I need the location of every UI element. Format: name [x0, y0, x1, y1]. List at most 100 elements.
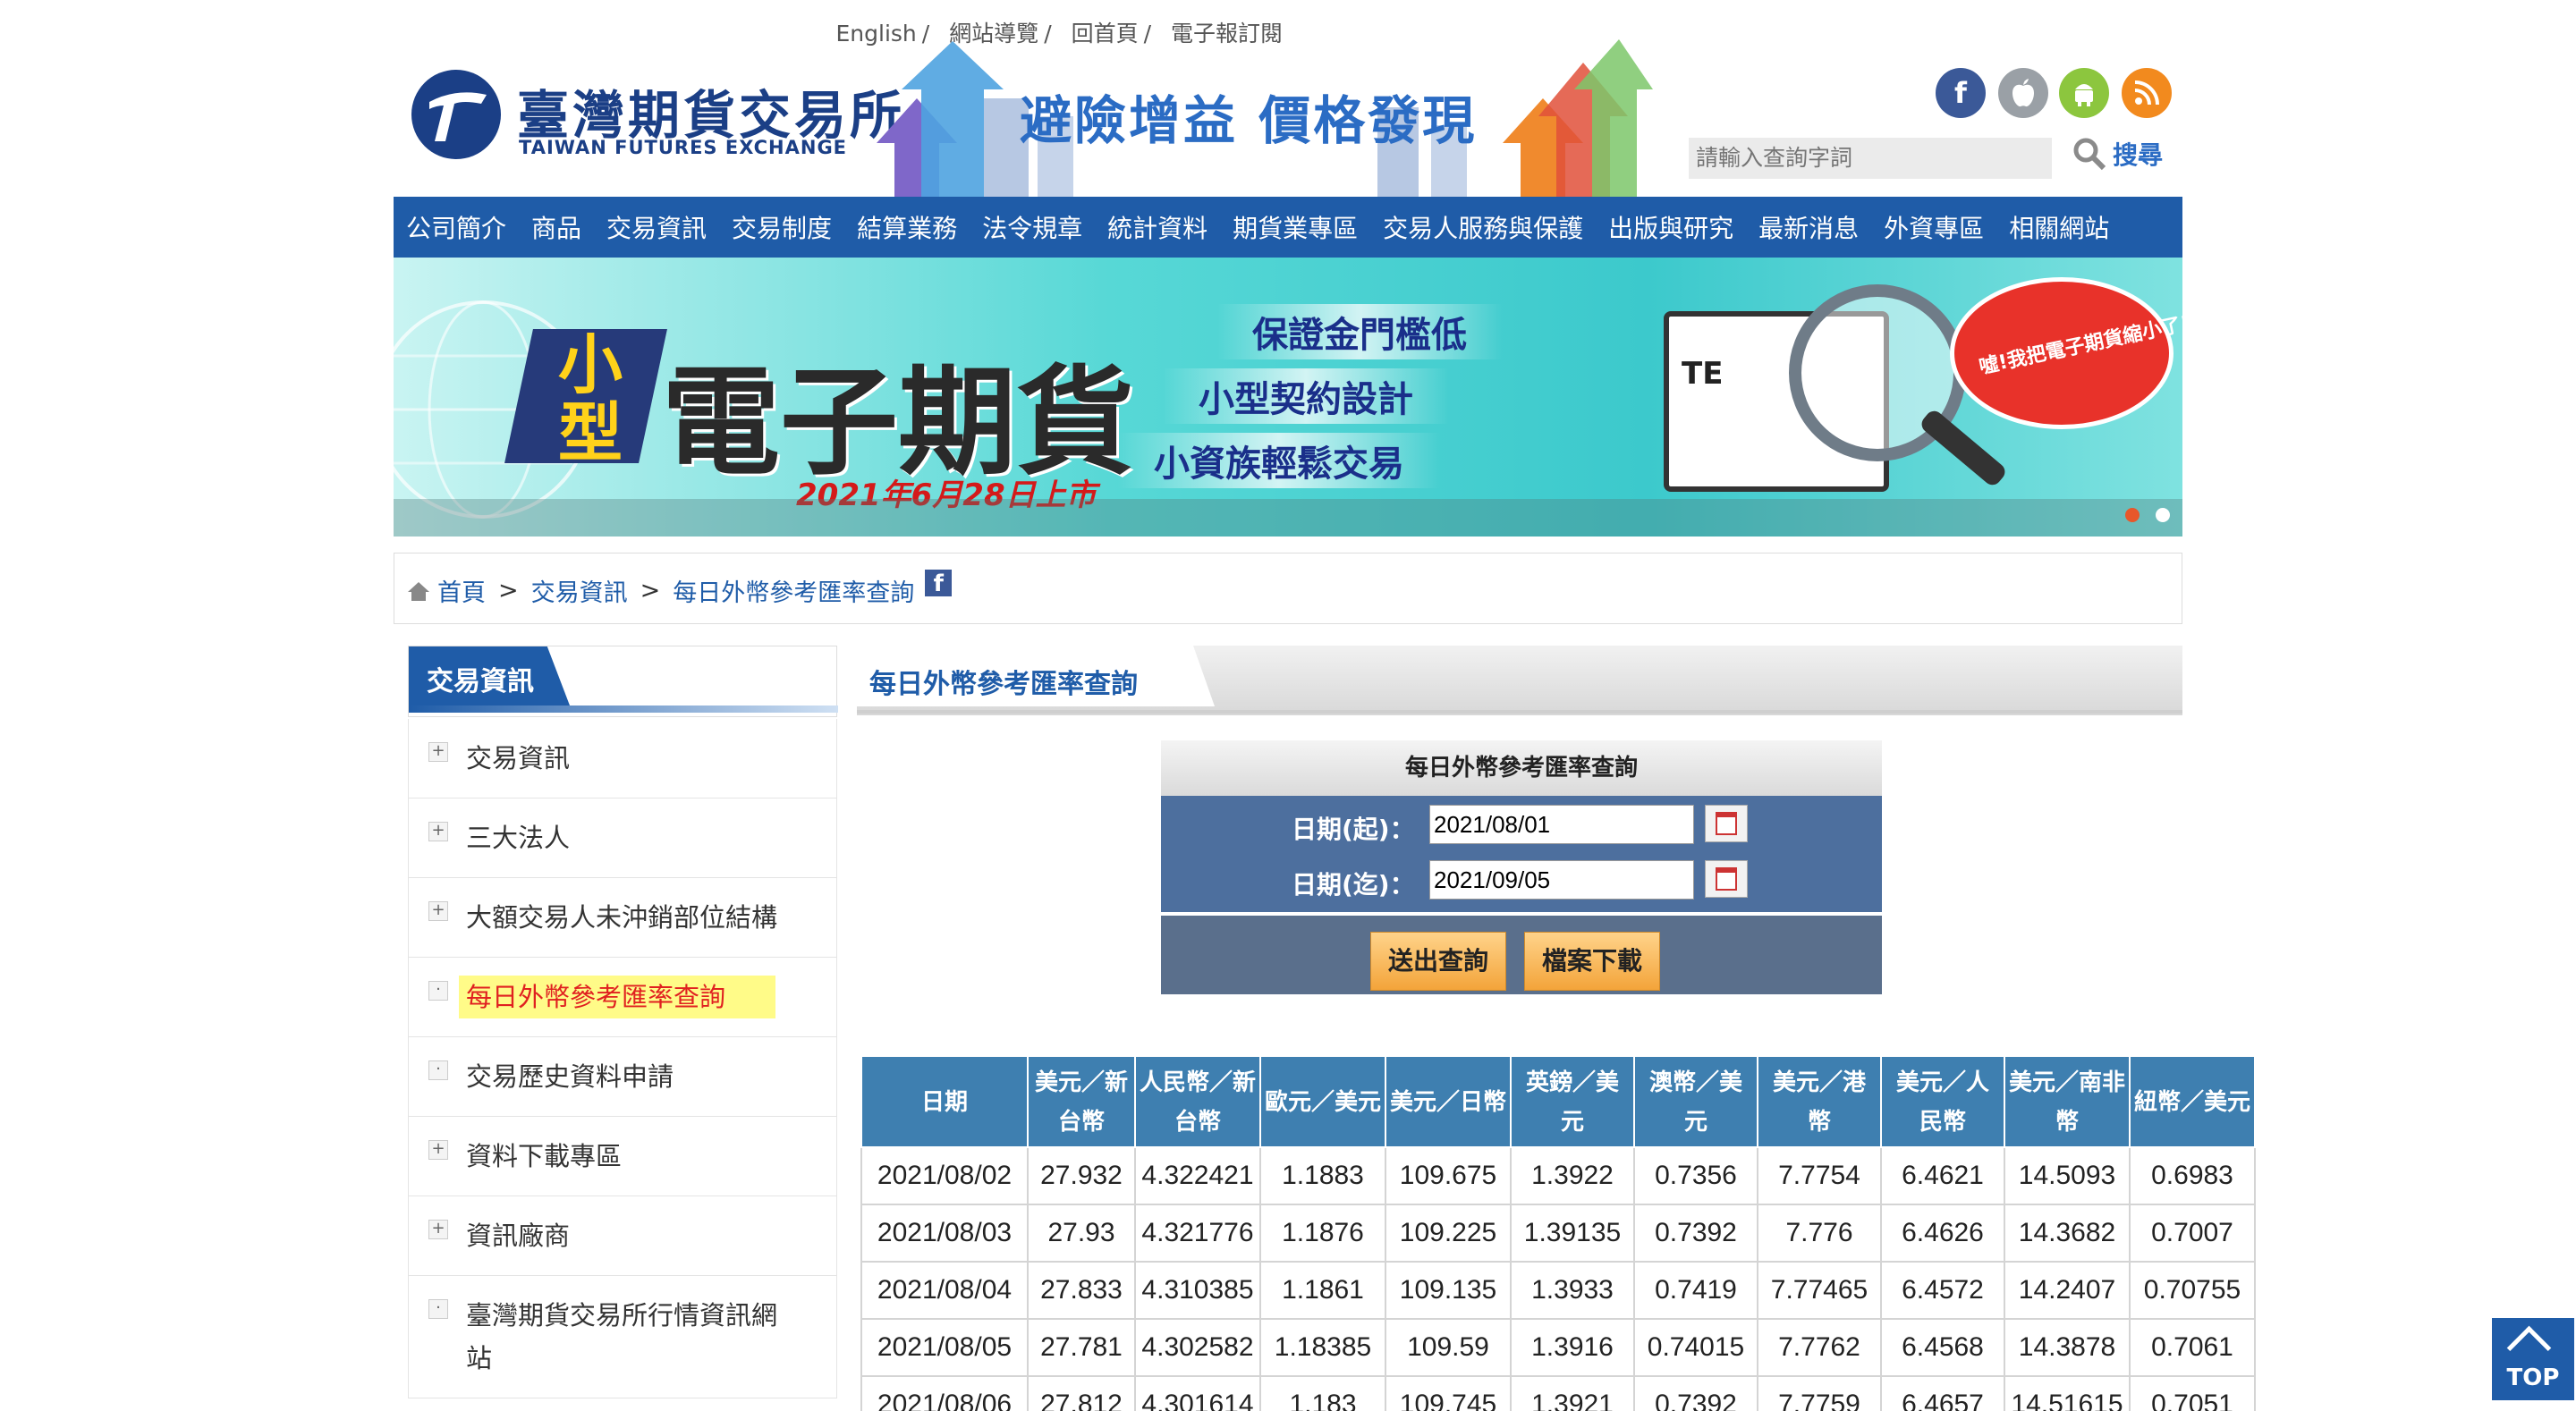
bullet-icon: · [428, 981, 448, 1001]
sidebar-item-quote-site[interactable]: · 臺灣期貨交易所行情資訊網站 [408, 1276, 837, 1398]
sidebar-item-institutional-investors[interactable]: + 三大法人 [408, 798, 837, 878]
bullet-icon: · [428, 1060, 448, 1080]
table-cell: 0.6983 [2129, 1146, 2256, 1205]
sidebar-title: 交易資訊 [427, 666, 534, 697]
table-cell: 27.812 [1027, 1375, 1136, 1411]
table-cell: 27.833 [1027, 1261, 1136, 1320]
rss-icon[interactable] [2122, 68, 2172, 118]
table-cell: 1.1883 [1259, 1146, 1386, 1205]
expand-icon: + [428, 742, 448, 762]
sidebar-item-history-request[interactable]: · 交易歷史資料申請 [408, 1037, 837, 1117]
breadcrumb-current[interactable]: 每日外幣參考匯率查詢 [673, 573, 914, 608]
nav-item-futures-industry[interactable]: 期貨業專區 [1220, 209, 1370, 245]
android-icon[interactable] [2059, 68, 2109, 118]
table-cell: 0.7356 [1633, 1146, 1758, 1205]
search-input[interactable] [1689, 138, 2052, 179]
content-header-line [857, 710, 2182, 714]
table-cell: 7.7754 [1757, 1146, 1882, 1205]
nav-item-trading-info[interactable]: 交易資訊 [594, 209, 719, 245]
logo-name-en: TAIWAN FUTURES EXCHANGE [519, 137, 848, 158]
nav-item-foreign-investors[interactable]: 外資專區 [1871, 209, 1996, 245]
table-row: 2021/08/03 27.93 4.321776 1.1876 109.225 1.39… [860, 1204, 2256, 1263]
start-date-input[interactable] [1429, 805, 1694, 844]
sidebar-item-trading-info[interactable]: + 交易資訊 [408, 719, 837, 798]
arrow-up-icon [2506, 1325, 2552, 1371]
nav-item-trading-rules[interactable]: 交易制度 [719, 209, 844, 245]
table-cell: 4.321776 [1134, 1204, 1261, 1263]
table-cell: 27.781 [1027, 1318, 1136, 1377]
form-body: 日期(起)： 日期(迄)： [1161, 796, 1882, 912]
end-date-label: 日期(迄)： [1292, 870, 1415, 900]
promo-banner[interactable]: 小型 電子期貨 2021年6月28日上市 保證金門檻低 小型契約設計 小資族輕鬆… [394, 258, 2182, 537]
breadcrumb: 首頁 > 交易資訊 > 每日外幣參考匯率查詢 f [394, 553, 2182, 624]
sidebar-header-underline [409, 706, 838, 713]
apple-icon[interactable] [1998, 68, 2048, 118]
back-to-top-button[interactable]: TOP [2492, 1318, 2574, 1400]
banner-point-1: 保證金門檻低 [1216, 304, 1503, 359]
table-cell: 4.322421 [1134, 1146, 1261, 1205]
submit-query-button[interactable]: 送出查詢 [1370, 932, 1506, 991]
table-row: 2021/08/06 27.812 4.301614 1.183 109.745 1.39… [860, 1375, 2256, 1411]
calendar-icon[interactable] [1705, 805, 1748, 842]
table-row: 2021/08/04 27.833 4.310385 1.1861 109.135 1.3… [860, 1261, 2256, 1320]
table-cell: 2021/08/05 [860, 1318, 1029, 1377]
home-icon [408, 581, 429, 601]
col-header-usd-cny: 美元／人民幣 [1880, 1055, 2005, 1148]
banner-point-3: 小資族輕鬆交易 [1118, 433, 1440, 488]
col-header-gbp-usd: 英鎊／美元 [1510, 1055, 1635, 1148]
nav-item-products[interactable]: 商品 [519, 209, 594, 245]
table-cell: 109.225 [1385, 1204, 1512, 1263]
main-nav: 公司簡介 商品 交易資訊 交易制度 結算業務 法令規章 統計資料 期貨業專區 交… [394, 197, 2182, 258]
breadcrumb-home[interactable]: 首頁 [437, 573, 486, 608]
calendar-icon[interactable] [1705, 860, 1748, 898]
sidebar-item-vendors[interactable]: + 資訊廠商 [408, 1196, 837, 1276]
carousel-dot-1[interactable] [2125, 508, 2140, 522]
nav-item-news[interactable]: 最新消息 [1746, 209, 1871, 245]
nav-item-investor-protection[interactable]: 交易人服務與保護 [1370, 209, 1596, 245]
carousel-dot-2[interactable] [2156, 508, 2170, 522]
page-title: 每日外幣參考匯率查詢 [869, 669, 1138, 700]
table-cell: 2021/08/03 [860, 1204, 1029, 1263]
col-header-eur-usd: 歐元／美元 [1259, 1055, 1386, 1148]
nav-item-regulations[interactable]: 法令規章 [970, 209, 1095, 245]
table-cell: 0.74015 [1633, 1318, 1758, 1377]
table-cell: 1.1876 [1259, 1204, 1386, 1263]
breadcrumb-trading-info[interactable]: 交易資訊 [531, 573, 628, 608]
table-cell: 109.745 [1385, 1375, 1512, 1411]
nav-item-publications[interactable]: 出版與研究 [1596, 209, 1746, 245]
table-row: 2021/08/05 27.781 4.302582 1.18385 109.59 1.3… [860, 1318, 2256, 1377]
nav-item-about[interactable]: 公司簡介 [394, 209, 519, 245]
sidebar-item-fx-rates[interactable]: · 每日外幣參考匯率查詢 [408, 958, 837, 1037]
table-cell: 1.18385 [1259, 1318, 1386, 1377]
nav-item-clearing[interactable]: 結算業務 [844, 209, 970, 245]
facebook-share-icon[interactable]: f [925, 569, 953, 597]
table-cell: 4.310385 [1134, 1261, 1261, 1320]
start-date-label: 日期(起)： [1292, 815, 1415, 844]
table-cell: 0.7051 [2129, 1375, 2256, 1411]
magnifier-icon [2073, 138, 2106, 171]
banner-small-label: 小型 [557, 327, 623, 470]
sidebar-item-downloads[interactable]: + 資料下載專區 [408, 1117, 837, 1196]
facebook-icon[interactable]: f [1936, 68, 1986, 118]
table-cell: 7.77465 [1757, 1261, 1882, 1320]
form-title: 每日外幣參考匯率查詢 [1161, 740, 1882, 796]
table-cell: 14.2407 [2004, 1261, 2131, 1320]
expand-icon: + [428, 822, 448, 841]
table-cell: 0.7061 [2129, 1318, 2256, 1377]
sidebar-header: 交易資訊 [408, 646, 838, 717]
table-cell: 6.4568 [1880, 1318, 2005, 1377]
search-button[interactable]: 搜尋 [2072, 136, 2163, 172]
table-cell: 7.7762 [1757, 1318, 1882, 1377]
table-cell: 1.1861 [1259, 1261, 1386, 1320]
table-cell: 109.135 [1385, 1261, 1512, 1320]
col-header-cny-twd: 人民幣／新台幣 [1134, 1055, 1261, 1148]
table-cell: 2021/08/02 [860, 1146, 1029, 1205]
table-cell: 1.183 [1259, 1375, 1386, 1411]
download-file-button[interactable]: 檔案下載 [1524, 932, 1660, 991]
breadcrumb-separator: > [498, 577, 519, 604]
banner-point-2: 小型契約設計 [1163, 368, 1449, 424]
sidebar-item-large-traders[interactable]: + 大額交易人未沖銷部位結構 [408, 878, 837, 958]
end-date-input[interactable] [1429, 860, 1694, 900]
nav-item-statistics[interactable]: 統計資料 [1095, 209, 1220, 245]
nav-item-related-sites[interactable]: 相關網站 [1996, 209, 2122, 245]
